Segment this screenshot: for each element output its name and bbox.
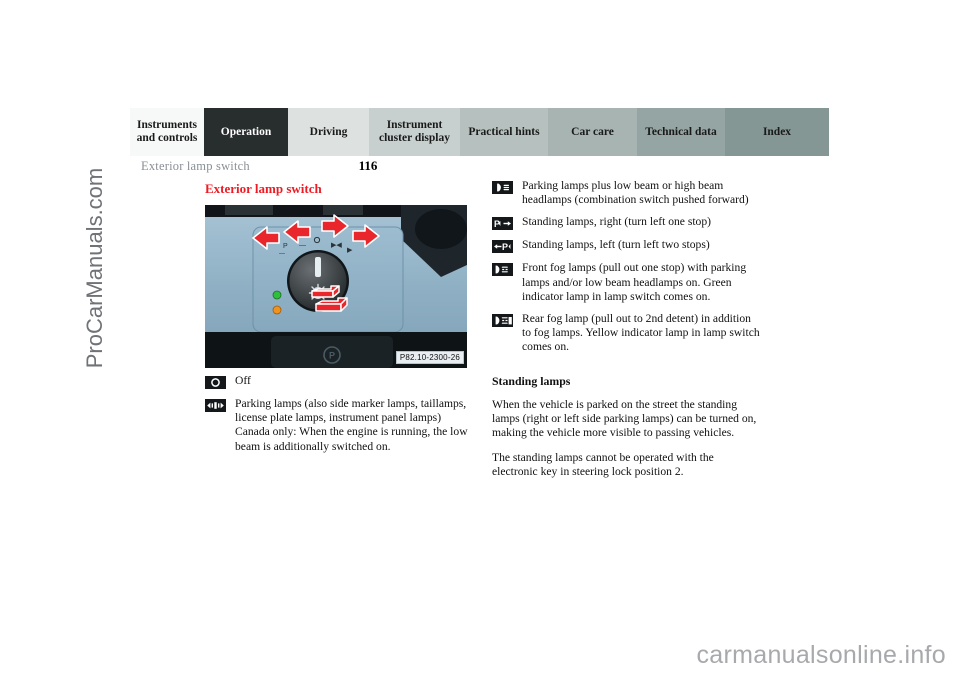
list-item: Parking lamps (also side marker lamps, t… (205, 397, 470, 454)
nav-tab-label: Car care (571, 125, 614, 138)
body-paragraph: When the vehicle is parked on the street… (492, 397, 757, 440)
list-item: Rear fog lamp (pull out to 2nd detent) i… (492, 312, 760, 355)
nav-tab-label: Instrument cluster display (378, 119, 451, 144)
front-fog-lamp-icon (492, 263, 513, 277)
list-item-text: Rear fog lamp (pull out to 2nd detent) i… (522, 312, 760, 354)
nav-tab-operation[interactable]: Operation (204, 108, 288, 156)
svg-text:P: P (329, 351, 335, 361)
nav-tab-instrument-cluster-display[interactable]: Instrument cluster display (369, 108, 460, 156)
nav-tab-instruments-and-controls[interactable]: Instruments and controls (130, 108, 204, 156)
svg-text:P: P (502, 242, 508, 252)
standing-lamp-left-icon: P (492, 240, 513, 254)
nav-tab-technical-data[interactable]: Technical data (637, 108, 725, 156)
svg-text:▶: ▶ (347, 247, 353, 254)
lamp-switch-illustration: P — ▶◀ ▶ — P P82.10-2300-26 (205, 205, 467, 368)
list-item: P Standing lamps, right (turn left one s… (492, 215, 760, 231)
page-title: Exterior lamp switch (205, 181, 322, 196)
running-head: Exterior lamp switch (141, 159, 250, 173)
list-item-text: Standing lamps, left (turn left two stop… (522, 238, 710, 252)
nav-tab-index[interactable]: Index (725, 108, 829, 156)
list-item: P Standing lamps, left (turn left two st… (492, 238, 760, 254)
manual-page: Instruments and controls Operation Drivi… (0, 0, 960, 678)
low-high-beam-icon (492, 181, 513, 194)
standing-lamp-right-icon: P (492, 217, 513, 231)
nav-tab-practical-hints[interactable]: Practical hints (460, 108, 548, 156)
rear-fog-lamp-icon (492, 314, 513, 328)
nav-tab-label: Technical data (645, 125, 717, 138)
right-text-column: Parking lamps plus low beam or high beam… (492, 179, 760, 491)
svg-text:▶◀: ▶◀ (331, 242, 342, 249)
figure-caption: P82.10-2300-26 (395, 351, 464, 364)
nav-tab-label: Practical hints (468, 125, 540, 138)
list-item-text: Parking lamps (also side marker lamps, t… (235, 397, 468, 453)
svg-text:—: — (279, 251, 285, 257)
nav-tab-label: Instruments and controls (136, 119, 198, 144)
section-nav-bar: Instruments and controls Operation Drivi… (130, 108, 829, 156)
svg-text:—: — (299, 242, 306, 249)
dashboard-photo-graphic: P — ▶◀ ▶ — P (205, 205, 467, 368)
list-item-text: Front fog lamps (pull out one stop) with… (522, 261, 747, 303)
parking-lamps-icon (205, 399, 226, 412)
page-number: 116 (358, 158, 378, 173)
body-paragraph: The standing lamps cannot be operated wi… (492, 451, 714, 479)
side-watermark: ProCarManuals.com (82, 167, 107, 369)
list-item: Parking lamps plus low beam or high beam… (492, 179, 760, 207)
left-text-column: Off Parking lamps (also side marker lamp… (205, 374, 470, 462)
nav-tab-label: Driving (309, 125, 348, 138)
nav-tab-driving[interactable]: Driving (288, 108, 369, 156)
svg-text:P: P (283, 243, 288, 250)
nav-tab-label: Index (762, 125, 792, 138)
list-item-text: Standing lamps, right (turn left one sto… (522, 215, 712, 229)
subsection-heading: Standing lamps (492, 373, 571, 388)
nav-tab-label: Operation (220, 125, 272, 138)
bottom-watermark: carmanualsonline.info (696, 641, 946, 669)
list-item: Off (205, 374, 470, 389)
nav-tab-car-care[interactable]: Car care (548, 108, 637, 156)
lamp-off-icon (205, 376, 226, 389)
list-item: Front fog lamps (pull out one stop) with… (492, 261, 760, 304)
list-item-text: Parking lamps plus low beam or high beam… (522, 179, 749, 207)
list-item-text: Off (235, 374, 251, 387)
